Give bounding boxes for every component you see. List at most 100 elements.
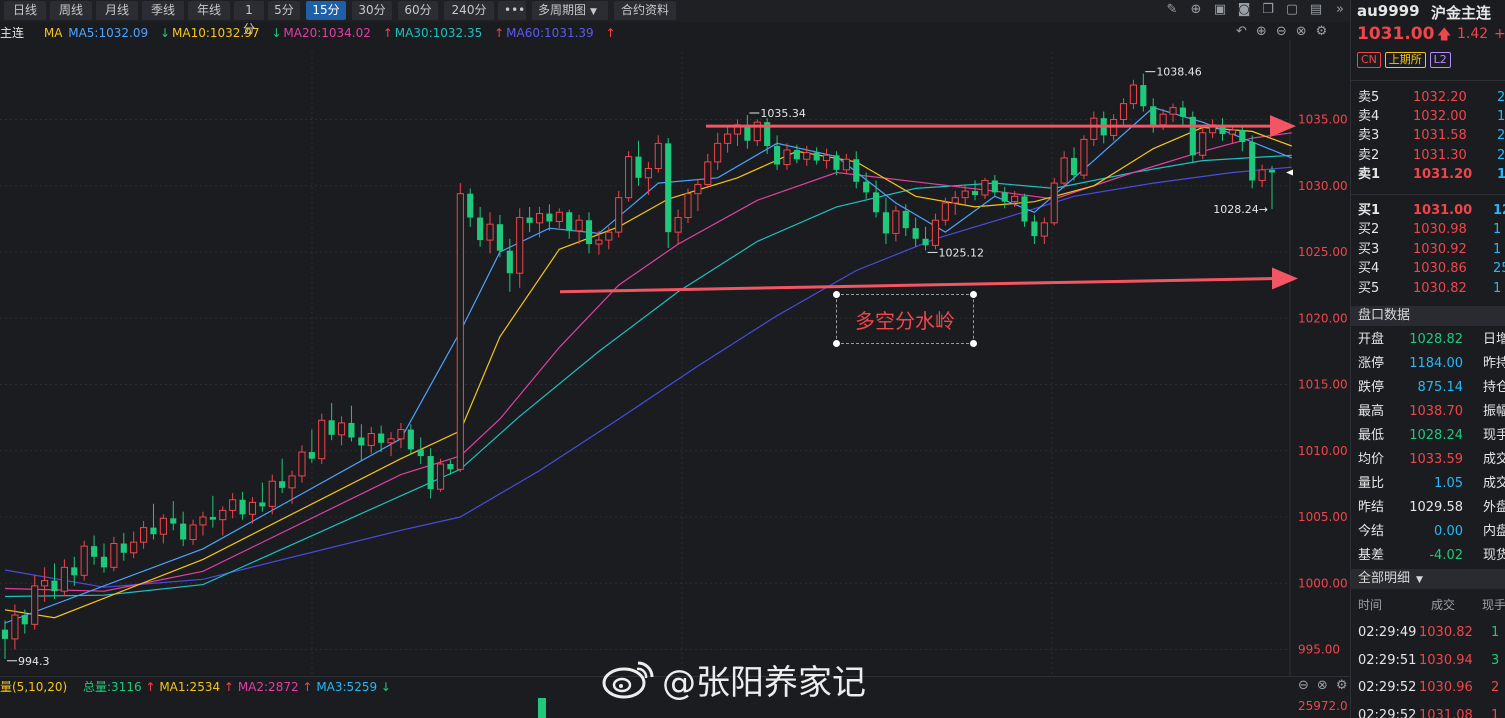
resize-handle[interactable] [833,340,840,347]
period-quarter-button[interactable]: 季线 [142,1,184,20]
period-240min-button[interactable]: 240分 [444,1,494,20]
candle [674,209,682,245]
layout-icon[interactable]: ▤ [1308,2,1324,18]
candle [724,127,732,153]
bid-row[interactable]: 买1 1031.00 12 [1351,201,1505,220]
trade-row: 02:29:52 1030.96 2 [1351,678,1505,697]
ask-label: 卖1 [1358,166,1381,182]
candle-body [1080,138,1088,176]
contract-info-button[interactable]: 合约资料 [614,1,676,20]
period-60min-button[interactable]: 60分 [398,1,438,20]
bid-row[interactable]: 买5 1030.82 1 [1351,279,1505,298]
more-periods-button[interactable]: ••• [498,1,526,20]
zoom-out-icon[interactable]: ⊖ [1276,24,1287,39]
annotation-label: 994.3 [18,655,50,668]
bid-row[interactable]: 买4 1030.86 25 [1351,259,1505,278]
ma10-value: MA10:1032.97 [172,26,260,40]
resize-handle[interactable] [833,291,840,298]
undo-icon[interactable]: ↶ [1236,24,1247,39]
candle-body [595,239,603,245]
candle [1249,135,1256,189]
ask-label: 卖3 [1358,128,1380,144]
multi-period-dropdown[interactable]: 多周期图 ▼ [532,1,608,20]
resize-handle[interactable] [970,291,977,298]
candle-body [813,152,820,161]
crosshair-icon[interactable]: ⊕ [1188,2,1204,18]
candle [1239,124,1246,152]
camera-icon[interactable]: ◙ [1236,2,1252,18]
candle-body [665,143,672,233]
candle-body [1050,182,1058,224]
candle [526,206,533,233]
candle [1268,165,1276,210]
candle-body [170,518,177,524]
ask-row[interactable]: 卖1 1031.20 1 [1351,165,1505,184]
candle-body [209,517,216,520]
period-15min-button[interactable]: 15分 [306,1,346,20]
zoom-out-icon[interactable]: ⊖ [1298,678,1309,693]
period-5min-button[interactable]: 5分 [268,1,300,20]
candle-body [496,224,503,251]
candle-body [21,615,28,625]
close-icon[interactable]: ⊗ [1317,678,1328,693]
period-week-button[interactable]: 周线 [50,1,92,20]
candle-body [60,566,68,592]
settings-icon[interactable]: ⚙ [1316,24,1328,39]
arrow-down-icon: ↓ [271,26,282,40]
candle-body [555,211,563,223]
candle-body [912,228,919,239]
trade-detail-header[interactable]: 全部明细 ▼ [1351,569,1505,589]
market-right-label: 内盘 [1483,524,1505,539]
ask-row[interactable]: 卖5 1032.20 2 [1351,88,1505,107]
candle-body [615,197,623,233]
ask-row[interactable]: 卖2 1031.30 2 [1351,146,1505,165]
price-tick-label: 1025.00 [1298,245,1348,259]
market-value: 1038.70 [1409,404,1463,419]
candle [823,148,831,169]
trade-time: 02:29:52 [1358,707,1417,718]
copy-icon[interactable]: ❐ [1260,2,1276,18]
period-month-button[interactable]: 月线 [96,1,138,20]
bid-price: 1030.86 [1413,261,1467,277]
candlestick-chart[interactable]: 1035.00 1030.00 1025.00 1020.00 1015.00 1010.… [0,40,1350,676]
image-icon[interactable]: ▣ [1212,2,1228,18]
bid-row[interactable]: 买2 1030.98 1 [1351,220,1505,239]
volume-legend: 量(5,10,20) 总量:3116 ↑ MA1:2534 ↑ MA2:2872… [0,678,391,694]
pencil-icon[interactable]: ✎ [1164,2,1180,18]
weibo-logo-icon [602,661,654,699]
settings-icon[interactable]: ⚙ [1336,678,1348,693]
candle [239,491,246,520]
annotation-box[interactable]: 多空分水岭 [833,291,977,347]
ask-row[interactable]: 卖3 1031.58 2 [1351,126,1505,145]
close-icon[interactable]: ⊗ [1296,24,1307,39]
candle-body [11,614,19,640]
candle [41,567,49,602]
period-year-button[interactable]: 年线 [188,1,230,20]
ask-qty: 1 [1497,109,1505,125]
candle [774,135,781,170]
candle [1090,111,1098,146]
ask-qty: 2 [1497,147,1505,163]
zoom-in-icon[interactable]: ⊕ [1256,24,1267,39]
period-day-button[interactable]: 日线 [4,1,46,20]
ask-price: 1031.30 [1413,147,1467,163]
ma5-value: MA5:1032.09 [68,26,149,40]
period-30min-button[interactable]: 30分 [352,1,392,20]
candle [1060,151,1068,189]
bid-row[interactable]: 买3 1030.92 1 [1351,240,1505,259]
candle-body [1199,132,1207,156]
resize-handle[interactable] [970,340,977,347]
window-icon[interactable]: ▢ [1284,2,1300,18]
market-right-label: 昨持 [1483,356,1505,371]
candle [922,226,929,251]
contract-name: 主连 [0,26,25,40]
candle [229,493,237,519]
trade-row: 02:29:52 1031.08 1 [1351,706,1505,718]
period-1min-button[interactable]: 1分 [234,1,264,36]
candle-body [684,193,692,219]
price-tick-label: 1030.00 [1298,179,1348,193]
ask-row[interactable]: 卖4 1032.00 1 [1351,107,1505,126]
candle [882,197,890,245]
double-chevron-right-icon[interactable]: » [1332,2,1348,18]
market-data-header[interactable]: 盘口数据 [1351,306,1505,326]
